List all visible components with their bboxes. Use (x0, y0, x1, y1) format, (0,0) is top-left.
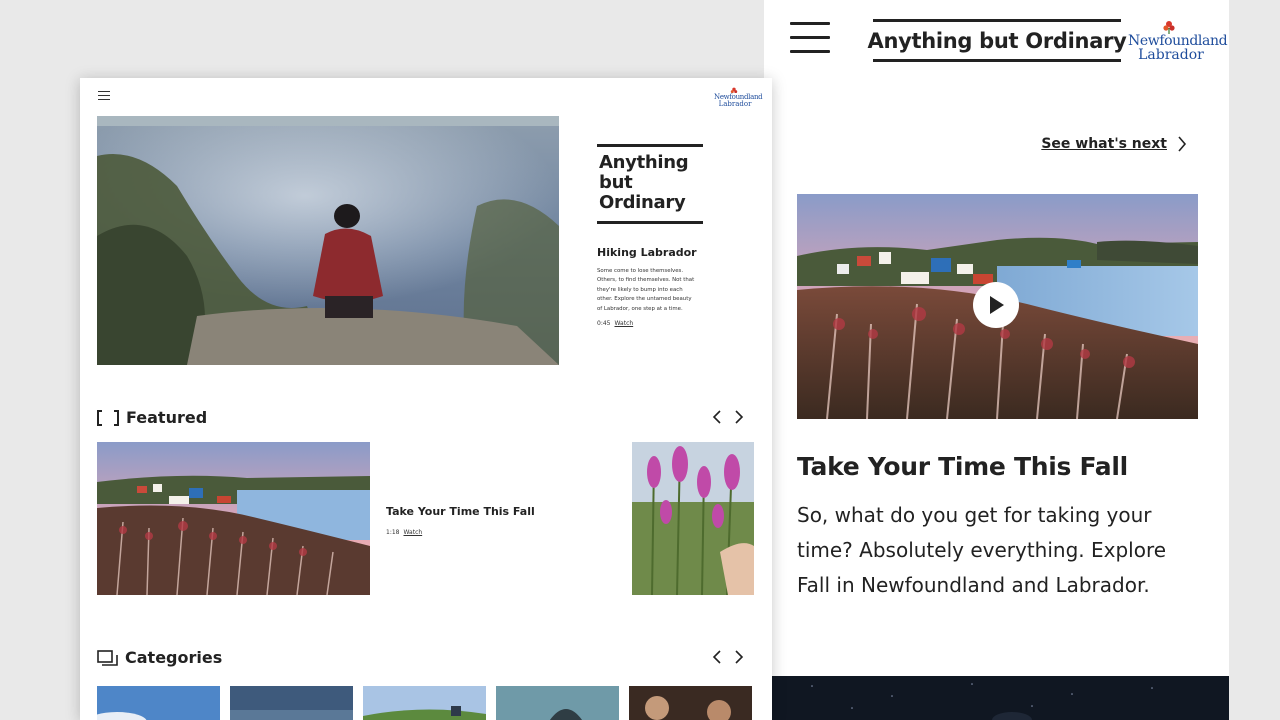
hero-description: Some come to lose themselves. Others, to… (597, 268, 695, 312)
logo-flower-icon (730, 87, 738, 94)
logo-line-2: Labrador (718, 100, 752, 108)
fall-video-thumbnail[interactable] (797, 194, 1198, 419)
chevron-right-icon (1178, 136, 1187, 152)
play-icon (990, 296, 1004, 314)
chevron-left-icon[interactable] (712, 410, 722, 424)
featured-label: Featured (126, 408, 208, 427)
newfoundland-labrador-logo[interactable]: Newfoundland Labrador (1128, 21, 1228, 63)
hero-meta: 0:45 Watch (597, 320, 633, 327)
next-section-preview (772, 676, 1229, 720)
menu-icon[interactable] (98, 91, 110, 103)
featured-heading: Featured (97, 408, 207, 427)
brand-line-1: Anything (599, 152, 689, 173)
fall-landscape-image (97, 442, 370, 595)
category-image (97, 686, 220, 720)
feature-description: So, what do you get for taking your time… (797, 503, 1167, 597)
featured-duration: 1:18 (386, 529, 400, 536)
hero-video-thumbnail[interactable] (97, 116, 559, 365)
hero-watch-link[interactable]: Watch (614, 320, 633, 327)
category-image (363, 686, 486, 720)
play-button[interactable] (973, 282, 1019, 328)
category-card[interactable] (97, 686, 220, 720)
featured-card-meta: 1:18 Watch (386, 529, 422, 536)
categories-heading: Categories (97, 648, 222, 667)
categories-label: Categories (125, 648, 223, 667)
chevron-left-icon[interactable] (712, 650, 722, 664)
brackets-icon (97, 409, 119, 426)
logo-line-2: Labrador (1138, 47, 1204, 63)
category-card[interactable] (363, 686, 486, 720)
menu-icon[interactable] (790, 22, 830, 54)
desktop-page: Newfoundland Labrador Anything but Ordin… (80, 78, 772, 720)
hiking-labrador-image (97, 116, 559, 365)
mobile-page: Anything but Ordinary Newfoundland Labra… (764, 0, 1229, 720)
fireweed-flowers-image (632, 442, 754, 595)
featured-watch-link[interactable]: Watch (403, 529, 422, 536)
newfoundland-labrador-logo[interactable]: Newfoundland Labrador (714, 87, 763, 108)
chevron-right-icon[interactable] (734, 410, 744, 424)
see-whats-next-label: See what's next (1041, 136, 1167, 152)
brand-title: Anything but Ordinary (868, 19, 1127, 62)
category-card[interactable] (230, 686, 353, 720)
see-whats-next-link[interactable]: See what's next (1041, 136, 1187, 152)
categories-icon (97, 649, 118, 666)
categories-carousel-controls (712, 650, 744, 664)
chevron-right-icon[interactable] (734, 650, 744, 664)
brand-title-box: Anything but Ordinary (597, 144, 703, 224)
category-card[interactable] (629, 686, 752, 720)
feature-title: Take Your Time This Fall (797, 452, 1128, 481)
featured-next-card-image[interactable] (632, 442, 754, 595)
category-card[interactable] (496, 686, 619, 720)
featured-carousel-controls (712, 410, 744, 424)
night-sky-image (811, 683, 1153, 720)
category-image (230, 686, 353, 720)
category-image (496, 686, 619, 720)
brand-line-3: Ordinary (599, 192, 686, 213)
category-image (629, 686, 752, 720)
brand-line-2: but (599, 172, 633, 193)
featured-card-image[interactable] (97, 442, 370, 595)
logo-flower-icon (1163, 21, 1175, 34)
hero-duration: 0:45 (597, 320, 611, 327)
featured-card-title[interactable]: Take Your Time This Fall (386, 505, 535, 518)
hero-title: Hiking Labrador (597, 246, 697, 259)
